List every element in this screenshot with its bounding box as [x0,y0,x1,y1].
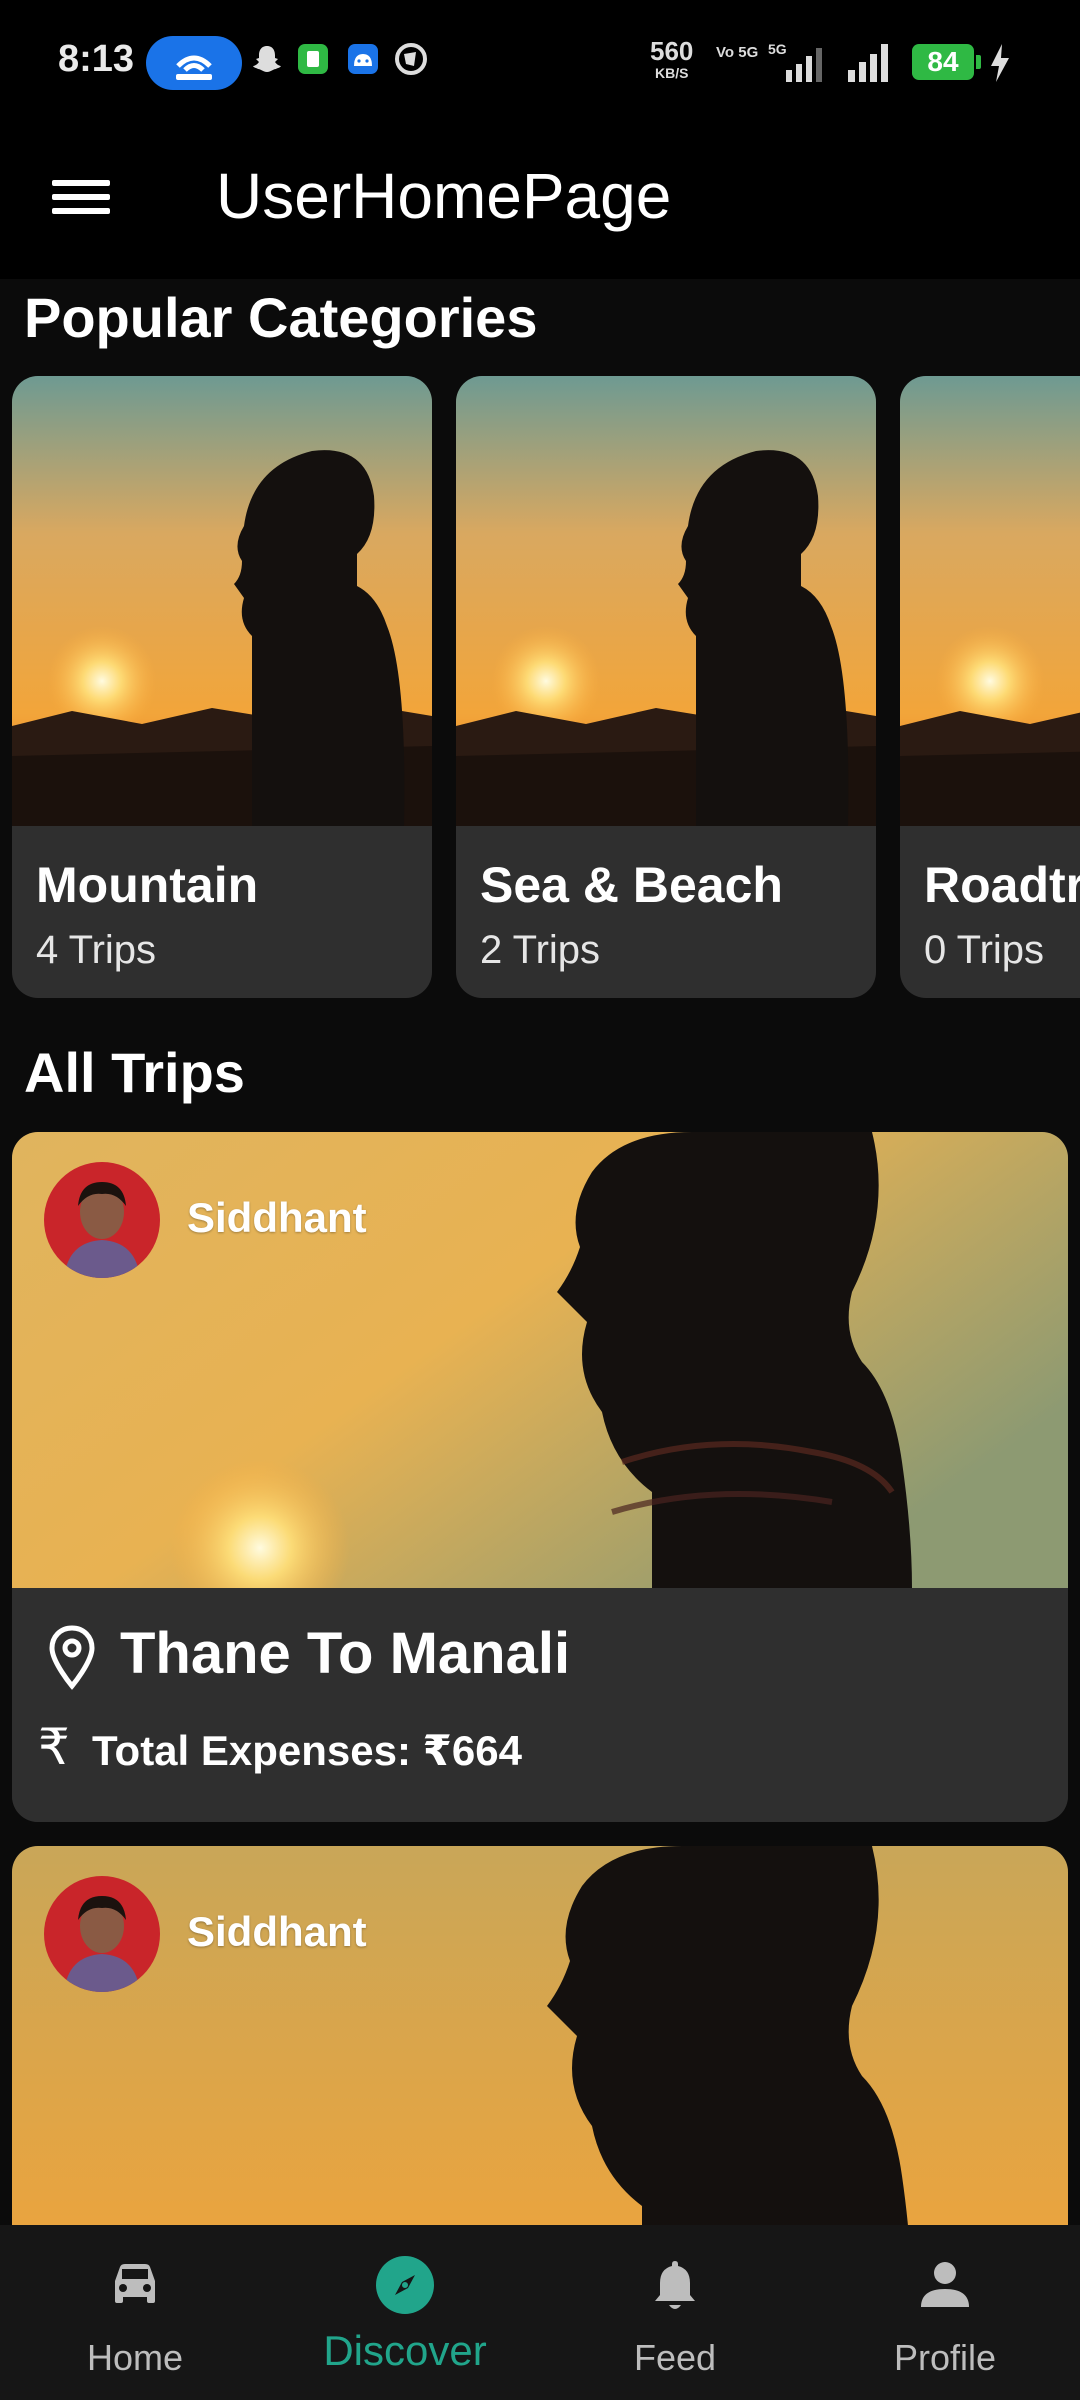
charging-icon [991,44,1009,82]
category-card-mountain[interactable]: Mountain 4 Trips [12,376,432,998]
trip-image [12,1132,1068,1588]
category-image [12,376,432,826]
category-card-roadtrip[interactable]: Roadtrip 0 Trips [900,376,1080,998]
status-bar: 8:13 560 KB/S Vo 5G 5G 84 [0,0,1080,125]
trip-username: Siddhant [187,1908,367,1955]
nav-label: Feed [633,2337,717,2378]
page-title: UserHomePage [216,160,672,232]
category-trip-count: 4 Trips [36,928,157,972]
category-card-sea-beach[interactable]: Sea & Beach 2 Trips [456,376,876,998]
popular-categories-heading: Popular Categories [24,286,538,349]
trip-username: Siddhant [187,1194,367,1241]
category-name: Sea & Beach [480,857,783,913]
category-image [456,376,876,826]
trip-card[interactable]: Siddhant Thane To Manali ₹ Total Expense… [12,1132,1068,1822]
user-avatar[interactable] [44,1876,160,1992]
battery-indicator: 84 [912,44,981,80]
user-avatar[interactable] [44,1162,160,1278]
trip-title: Thane To Manali [120,1621,571,1686]
nav-feed[interactable]: Feed [540,2225,810,2400]
bell-icon [655,2261,695,2309]
net-speed-unit: KB/S [654,65,689,81]
rupee-icon: ₹ [38,1719,70,1775]
compass-icon [376,2256,434,2314]
browser-icon [395,43,427,75]
hotspot-pill [146,36,242,90]
trip-expenses: Total Expenses: ₹664 [92,1727,522,1774]
category-image [900,376,1080,826]
nav-profile[interactable]: Profile [810,2225,1080,2400]
app-notification-icon [298,44,328,74]
nav-discover[interactable]: Discover [270,2225,540,2400]
category-name: Mountain [36,857,259,913]
nav-label: Home [86,2337,184,2378]
hotspot-icon [176,55,212,80]
location-pin-icon [49,1625,95,1690]
person-icon [921,2262,969,2307]
app-bar: UserHomePage [0,125,1080,279]
category-trip-count: 0 Trips [924,928,1045,972]
avatar-image [44,1876,160,1992]
nav-label: Discover [323,2327,487,2374]
svg-text:5G: 5G [768,41,787,57]
hamburger-menu-icon[interactable] [52,173,110,231]
nav-label: Profile [893,2337,997,2378]
android-icon [348,44,378,74]
avatar-image [44,1162,160,1278]
net-speed: 560 KB/S [650,38,693,84]
volte-indicator: Vo 5G [716,44,759,61]
trip-info: Thane To Manali ₹ Total Expenses: ₹664 [12,1588,1068,1822]
car-icon [115,2264,155,2303]
category-name: Roadtrip [924,857,1080,913]
all-trips-heading: All Trips [24,1041,245,1104]
trip-image [12,1846,1068,2266]
snapchat-icon [253,46,281,72]
signal-5g-icon: 5G [768,41,822,82]
status-time: 8:13 [58,38,135,80]
categories-carousel[interactable]: Mountain 4 Trips Sea & Beach 2 Trips Roa… [12,376,1080,998]
nav-home[interactable]: Home [0,2225,270,2400]
signal-icon [848,44,888,82]
trip-card[interactable]: Siddhant [12,1846,1068,2266]
bottom-navigation: Home Discover Feed Profile [0,2225,1080,2400]
category-trip-count: 2 Trips [480,928,601,972]
